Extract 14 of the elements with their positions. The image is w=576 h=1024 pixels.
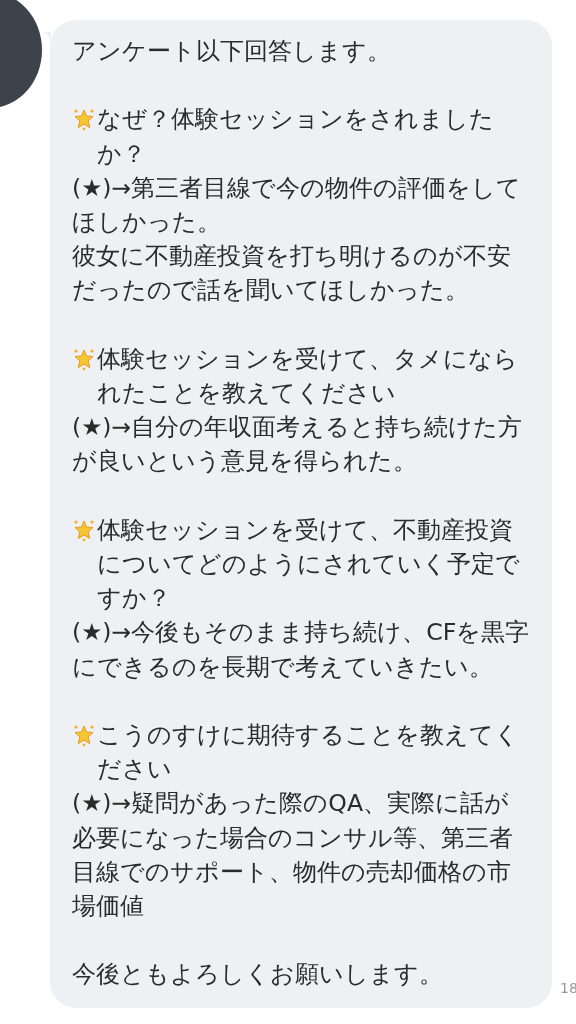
answer-text: (★)→第三者目線で今の物件の評価をしてほしかった。 [72,172,523,238]
answer-text: (★)→今後もそのまま持ち続け、CFを黒字にできるのを長期で考えていきたい。 [72,617,531,683]
question-text: こうのすけに期待することを教えてください [97,720,520,786]
sparkle-star-icon [72,723,96,747]
answer-text: 彼女に不動産投資を打ち明けるのが不安だったので話を聞いてほしかった。 [72,241,512,307]
closing-text: 今後ともよろしくお願いします。 [72,959,444,991]
question-text: なぜ？体験セッションをされましたか？ [97,104,495,170]
question-text: 体験セッションを受けて、不動産投資についてどのようにされていく予定ですか？ [97,514,521,615]
question-text: 体験セッションを受けて、タメになられたことを教えてください [97,343,519,409]
answer-text: (★)→自分の年収面考えると持ち続けた方が良いという意見を得られた。 [72,412,524,478]
answer-text: (★)→疑問があった際のQA、実際に話が必要になった場合のコンサル等、第三者目線でのサポート、物件の売却価格の市場価値 [72,788,514,922]
greeting-text: アンケート以下回答します。 [72,36,392,67]
sparkle-star-icon [72,107,96,132]
message-time: 18 [560,979,576,998]
